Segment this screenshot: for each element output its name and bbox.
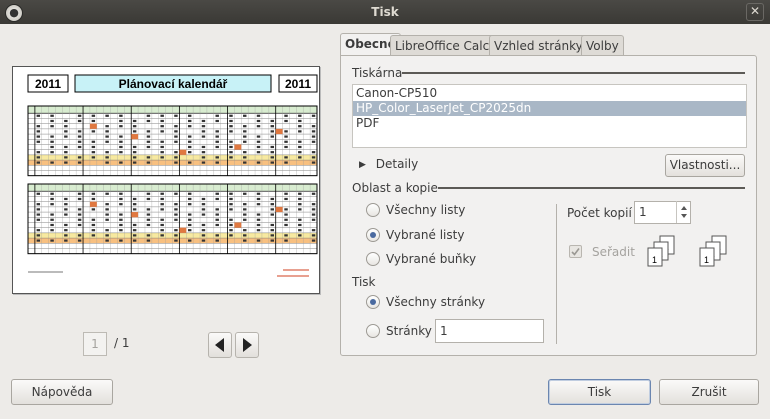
preview-title: Plánovací kalendář [119,77,228,91]
properties-button[interactable]: Vlastnosti... [665,154,745,177]
page-number-input[interactable]: 1 [83,332,107,356]
selected-cells-label: Vybrané buňky [386,252,477,266]
svg-text:1: 1 [652,255,657,265]
selected-sheets-label: Vybrané listy [386,228,465,242]
radio-all-pages[interactable] [366,295,380,309]
pages-label: Stránky [386,324,432,338]
details-expander[interactable]: ▶ Detaily [359,157,418,171]
expander-arrow-icon: ▶ [359,160,366,170]
radio-selected-cells[interactable] [366,252,380,266]
cancel-button[interactable]: Zrušit [659,379,759,405]
printer-section-label: Tiskárna [352,66,403,80]
calendar-block-top [27,105,318,177]
all-pages-label: Všechny stránky [386,295,486,309]
arrow-right-icon [243,338,252,352]
calendar-block-bottom [27,183,318,255]
printer-item[interactable]: PDF [353,116,746,131]
checkmark-icon [571,248,580,256]
window-title: Tisk [371,5,399,19]
collate-illustration-icon: 3 2 1 3 2 1 [647,235,727,267]
previous-page-button[interactable] [208,332,232,358]
divider [438,187,745,189]
copies-spinner[interactable] [676,201,691,223]
title-bar: ● Tisk ✕ [0,0,770,24]
spin-arrows-icon [681,206,687,218]
arrow-left-icon [215,338,224,352]
preview-year-right: 2011 [285,77,311,91]
details-label: Detaily [375,157,419,171]
close-icon[interactable]: ✕ [746,3,764,21]
collate-label: Seřadit [592,245,635,259]
vertical-divider [556,204,557,344]
help-button[interactable]: Nápověda [11,379,113,405]
preview-page: 2011 Plánovací kalendář 2011 [27,74,318,277]
print-preview: 2011 Plánovací kalendář 2011 [12,66,320,294]
collate-checkbox[interactable] [569,245,582,258]
copies-label: Počet kopií [567,206,632,220]
print-section-label: Tisk [352,275,376,289]
divider [402,72,745,74]
printer-item[interactable]: Canon-CP510 [353,86,746,101]
radio-all-sheets[interactable] [366,203,380,217]
next-page-button[interactable] [235,332,259,358]
pages-input[interactable]: 1 [435,319,544,343]
page-total: / 1 [114,336,130,350]
preview-year-left: 2011 [35,77,61,91]
radio-pages[interactable] [366,324,380,338]
tab-libreoffice-calc[interactable]: LibreOffice Calc [390,35,495,56]
radio-selected-sheets[interactable] [366,228,380,242]
tab-page-layout[interactable]: Vzhled stránky [489,35,588,56]
range-section-label: Oblast a kopie [352,181,438,195]
print-dialog: ● Tisk ✕ 2011 Plánovací kalendář 2011 1 … [0,0,770,419]
printer-item-selected[interactable]: HP_Color_LaserJet_CP2025dn [353,101,746,116]
tab-options[interactable]: Volby [581,35,624,56]
all-sheets-label: Všechny listy [386,203,466,217]
svg-text:1: 1 [704,255,709,265]
print-button[interactable]: Tisk [548,379,651,405]
printer-list[interactable]: Canon-CP510 HP_Color_LaserJet_CP2025dn P… [352,84,747,148]
